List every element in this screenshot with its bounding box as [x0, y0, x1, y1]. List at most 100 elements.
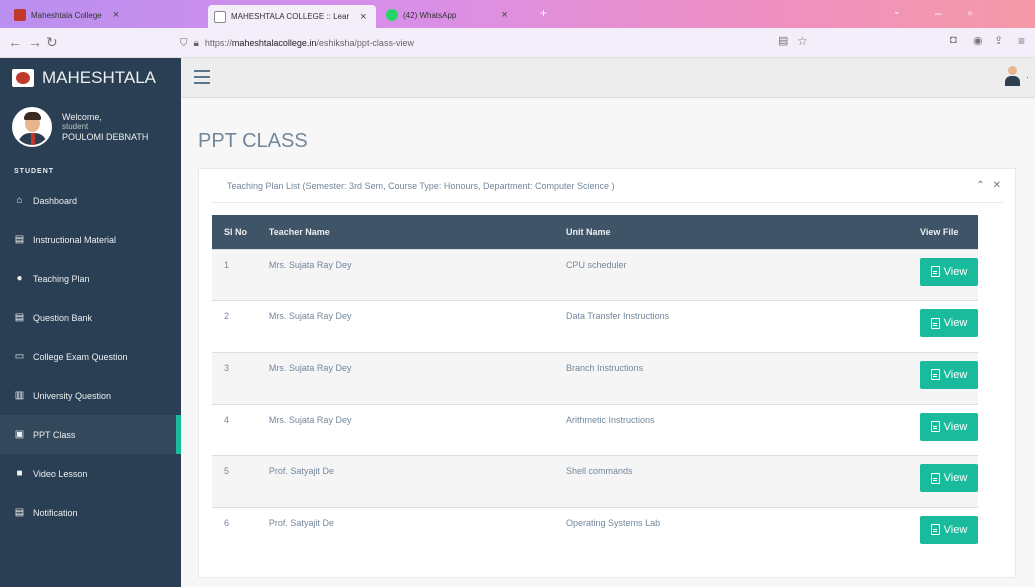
document-icon — [930, 421, 940, 433]
panel-header: Teaching Plan List (Semester: 3rd Sem, C… — [211, 169, 1003, 203]
cell-sl-no: 3 — [224, 362, 230, 373]
bank-icon: ▥ — [14, 390, 25, 401]
reader-view-icon[interactable]: ▤ — [778, 34, 788, 47]
tab-label: (42) WhatsApp — [403, 10, 457, 20]
tab-label: Maheshtala College — [31, 10, 102, 20]
cell-sl-no: 4 — [224, 414, 230, 425]
cell-unit-name: Operating Systems Lab — [566, 517, 661, 528]
image-file-icon: ▣ — [14, 429, 25, 440]
whatsapp-favicon-icon — [386, 9, 398, 21]
ppt-class-table: Sl No Teacher Name Unit Name View File 1… — [212, 215, 978, 560]
table-header-row: Sl No Teacher Name Unit Name View File — [212, 215, 978, 249]
new-tab-icon[interactable]: + — [540, 6, 547, 20]
close-tab-icon[interactable]: × — [360, 11, 366, 23]
cell-teacher-name: Prof. Satyajit De — [268, 466, 334, 477]
table-row: 1 Mrs. Sujata Ray Dey CPU scheduler View — [212, 249, 978, 301]
close-tab-icon[interactable]: × — [113, 9, 119, 21]
cell-unit-name: Arithmetic Instructions — [566, 414, 655, 425]
reload-icon[interactable]: ↻ — [46, 34, 58, 51]
menu-icon[interactable]: ≡ — [1018, 34, 1025, 48]
url-host: maheshtalacollege.in — [231, 38, 317, 48]
sidebar-item-university-question[interactable]: ▥ University Question — [0, 376, 181, 415]
view-file-button[interactable]: View — [920, 464, 978, 493]
user-name: POULOMI DEBNATH — [62, 132, 149, 142]
cell-unit-name: CPU scheduler — [566, 259, 627, 270]
document-icon — [930, 524, 940, 536]
pocket-icon[interactable]: ◘ — [950, 34, 957, 46]
cell-teacher-name: Prof. Satyajit De — [268, 517, 334, 528]
collapse-chevron-icon[interactable]: ⌃ — [976, 180, 984, 191]
table-row: 4 Mrs. Sujata Ray Dey Arithmetic Instruc… — [212, 404, 978, 456]
cell-unit-name: Data Transfer Instructions — [566, 311, 670, 322]
extensions-icon[interactable]: ⇪ — [994, 34, 1003, 47]
college-favicon-icon — [14, 9, 26, 21]
sidebar-item-label: Notification — [33, 507, 78, 518]
view-button-label: View — [943, 317, 968, 330]
sidebar-item-label: Instructional Material — [33, 234, 117, 245]
browser-tab-whatsapp[interactable]: (42) WhatsApp × — [380, 4, 530, 26]
forward-arrow-icon[interactable]: → — [28, 34, 42, 50]
back-arrow-icon[interactable]: ← — [8, 34, 22, 50]
college-favicon-icon — [214, 10, 226, 23]
top-header: · — [181, 58, 1035, 98]
view-file-button[interactable]: View — [920, 412, 978, 441]
sidebar-item-question-bank[interactable]: ▤ Question Bank — [0, 298, 181, 337]
video-icon: ■ — [16, 468, 23, 479]
minimize-icon[interactable]: – — [935, 6, 942, 20]
browser-nav-bar: ← → ↻ ⛉ 🔒︎ https://maheshtalacollege.in/… — [0, 28, 1035, 58]
view-button-label: View — [943, 420, 968, 433]
cell-sl-no: 6 — [224, 517, 230, 528]
file-icon: ▤ — [14, 234, 25, 245]
table-row: 5 Prof. Satyajit De Shell commands View — [212, 455, 978, 508]
tab-list-chevron-icon[interactable]: ⌄ — [893, 6, 901, 17]
role-text: student — [62, 122, 89, 131]
view-file-button[interactable]: View — [920, 515, 978, 544]
maximize-icon[interactable]: ▫ — [968, 6, 972, 20]
sidebar-item-ppt-class[interactable]: ▣ PPT Class — [0, 415, 181, 454]
hamburger-menu-icon[interactable] — [194, 70, 210, 84]
account-icon[interactable]: ◉ — [973, 34, 983, 47]
user-dropdown-caret-icon[interactable]: · — [1026, 72, 1029, 82]
cell-sl-no: 5 — [224, 466, 230, 477]
close-tab-icon[interactable]: × — [501, 9, 507, 21]
sidebar-section-title: STUDENT — [14, 168, 55, 175]
sidebar-item-college-exam-question[interactable]: ▭ College Exam Question — [0, 337, 181, 376]
view-button-label: View — [943, 523, 968, 536]
cell-teacher-name: Mrs. Sujata Ray Dey — [268, 259, 352, 270]
profile: Welcome, student POULOMI DEBNATH — [0, 98, 181, 156]
document-icon — [930, 266, 940, 277]
view-file-button[interactable]: View — [920, 257, 978, 286]
college-logo-icon — [12, 69, 34, 87]
sidebar-item-video-lesson[interactable]: ■ Video Lesson — [0, 454, 181, 493]
sidebar-item-label: College Exam Question — [33, 351, 128, 362]
laptop-icon: ▭ — [14, 351, 25, 362]
sidebar-item-dashboard[interactable]: ⌂ Dashboard — [0, 181, 181, 220]
sidebar-item-instructional-material[interactable]: ▤ Instructional Material — [0, 220, 181, 259]
sidebar-item-teaching-plan[interactable]: ● Teaching Plan — [0, 259, 181, 298]
column-header-sl-no: Sl No — [224, 226, 248, 237]
sidebar-item-label: Dashboard — [33, 195, 78, 206]
bookmark-star-icon[interactable]: ☆ — [797, 34, 808, 48]
browser-tab-strip: Maheshtala College × MAHESHTALA COLLEGE … — [0, 0, 1035, 28]
view-file-button[interactable]: View — [920, 309, 978, 338]
table-row: 6 Prof. Satyajit De Operating Systems La… — [212, 507, 978, 560]
user-profile-icon[interactable] — [1005, 66, 1020, 88]
panel-title: Teaching Plan List (Semester: 3rd Sem, C… — [227, 180, 615, 191]
sidebar-item-notification[interactable]: ▤ Notification — [0, 493, 181, 532]
sidebar-item-label: PPT Class — [33, 429, 76, 440]
brand[interactable]: MAHESHTALA — [0, 58, 181, 98]
view-file-button[interactable]: View — [920, 360, 978, 389]
cell-sl-no: 2 — [224, 311, 230, 322]
teaching-plan-panel: Teaching Plan List (Semester: 3rd Sem, C… — [198, 168, 1016, 578]
sidebar-item-label: University Question — [33, 390, 112, 401]
sidebar-item-label: Teaching Plan — [33, 273, 90, 284]
document-icon — [930, 472, 940, 484]
cell-teacher-name: Mrs. Sujata Ray Dey — [268, 311, 352, 322]
address-bar[interactable]: ⛉ 🔒︎ https://maheshtalacollege.in/eshiks… — [180, 32, 810, 54]
close-icon[interactable]: ✕ — [993, 180, 1001, 191]
cell-teacher-name: Mrs. Sujata Ray Dey — [268, 414, 352, 425]
browser-tab-active[interactable]: MAHESHTALA COLLEGE :: Lear × — [208, 5, 376, 28]
sidebar-item-label: Question Bank — [33, 312, 93, 323]
browser-tab-maheshtala[interactable]: Maheshtala College × — [8, 4, 188, 26]
column-header-unit-name: Unit Name — [566, 226, 611, 237]
